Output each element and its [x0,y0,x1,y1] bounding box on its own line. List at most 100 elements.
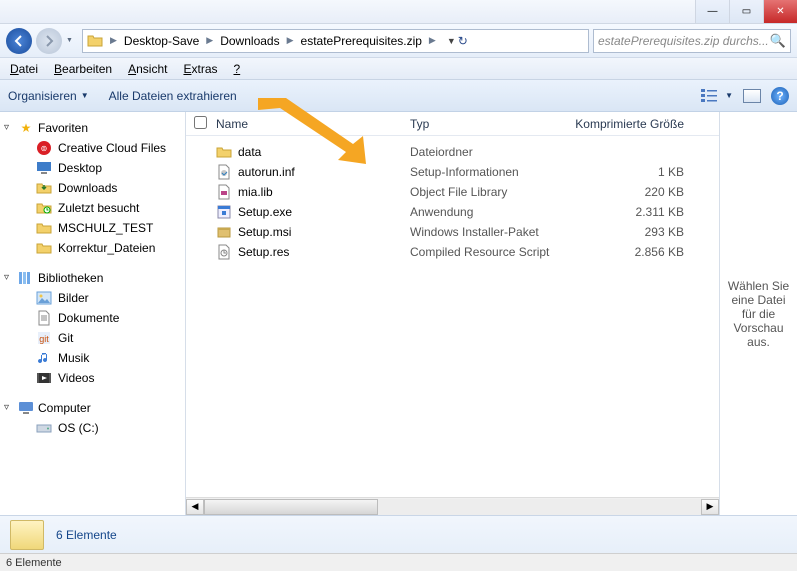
breadcrumb-item[interactable]: estatePrerequisites.zip [299,33,424,49]
view-icon [701,88,723,104]
select-all-checkbox[interactable] [194,116,207,129]
file-type: Setup-Informationen [410,165,568,179]
documents-icon [36,310,52,326]
menu-file[interactable]: Datei [10,62,38,76]
scroll-track[interactable] [204,499,701,515]
column-headers: Name Typ Komprimierte Größe [186,112,719,136]
organize-button[interactable]: Organisieren ▼ [8,89,89,103]
sidebar-item[interactable]: gitGit [0,328,185,348]
sidebar-item[interactable]: ⊚ Creative Cloud Files [0,138,185,158]
inf-icon [216,164,232,180]
file-name: mia.lib [238,185,273,199]
sidebar-item-label: Desktop [58,161,102,175]
sidebar-item[interactable]: Bilder [0,288,185,308]
breadcrumb[interactable]: ▶ Desktop-Save ▶ Downloads ▶ estatePrere… [82,29,589,53]
res-icon [216,244,232,260]
view-mode-button[interactable]: ▼ [701,88,733,104]
file-name: autorun.inf [238,165,295,179]
sidebar-favorites-header[interactable]: ▿ ★ Favoriten [0,118,185,138]
sidebar-item[interactable]: Musik [0,348,185,368]
sidebar-item-label: Downloads [58,181,117,195]
file-type: Compiled Resource Script [410,245,568,259]
file-list: Name Typ Komprimierte Größe dataDateiord… [186,112,719,515]
menu-edit[interactable]: Bearbeiten [54,62,112,76]
refresh-button[interactable]: ↻ [458,34,468,48]
file-row[interactable]: dataDateiordner [186,142,719,162]
nav-history-dropdown[interactable]: ▼ [66,37,78,44]
exe-icon [216,204,232,220]
content-area: Name Typ Komprimierte Größe dataDateiord… [186,112,797,515]
sidebar-item[interactable]: MSCHULZ_TEST [0,218,185,238]
file-row[interactable]: mia.libObject File Library220 KB [186,182,719,202]
search-input[interactable]: estatePrerequisites.zip durchs... 🔍 [593,29,791,53]
status-bar: 6 Elemente [0,553,797,571]
column-size[interactable]: Komprimierte Größe [568,117,696,131]
menu-extras[interactable]: Extras [183,62,217,76]
file-name: Setup.msi [238,225,291,239]
breadcrumb-dropdown[interactable]: ▼ [447,36,456,46]
extract-all-button[interactable]: Alle Dateien extrahieren [109,89,237,103]
sidebar-item[interactable]: Dokumente [0,308,185,328]
scroll-right-button[interactable]: ▶ [701,499,719,515]
file-name: Setup.res [238,245,289,259]
preview-hint: Wählen Sie eine Datei für die Vorschau a… [726,279,791,349]
file-row[interactable]: Setup.exeAnwendung2.311 KB [186,202,719,222]
sidebar-libraries-header[interactable]: ▿ Bibliotheken [0,268,185,288]
file-row[interactable]: Setup.msiWindows Installer-Paket293 KB [186,222,719,242]
scroll-left-button[interactable]: ◀ [186,499,204,515]
svg-text:⊚: ⊚ [41,144,48,153]
folder-icon [216,144,232,160]
back-button[interactable] [6,28,32,54]
music-icon [36,350,52,366]
file-size: 293 KB [568,225,696,239]
sidebar-item[interactable]: Videos [0,368,185,388]
sidebar-item[interactable]: Korrektur_Dateien [0,238,185,258]
close-button[interactable]: ✕ [763,0,797,23]
sidebar-item-label: Korrektur_Dateien [58,241,155,255]
sidebar-item[interactable]: OS (C:) [0,418,185,438]
file-row[interactable]: autorun.infSetup-Informationen1 KB [186,162,719,182]
desktop-icon [36,160,52,176]
arrow-left-icon [13,35,25,47]
minimize-button[interactable]: — [695,0,729,23]
menubar: Datei Bearbeiten Ansicht Extras ? [0,58,797,80]
sidebar-item-label: Creative Cloud Files [58,141,166,155]
menu-extras-label: xtras [191,62,217,76]
menu-help[interactable]: ? [234,62,241,76]
sidebar-item[interactable]: Zuletzt besucht [0,198,185,218]
file-size: 220 KB [568,185,696,199]
svg-text:git: git [39,334,49,344]
maximize-icon: ▭ [742,6,751,17]
column-name[interactable]: Name [210,117,410,131]
sidebar-libraries-label: Bibliotheken [38,271,103,285]
computer-icon [18,400,34,416]
sidebar-computer-header[interactable]: ▿ Computer [0,398,185,418]
close-icon: ✕ [776,6,784,17]
collapse-icon: ▿ [4,272,9,283]
breadcrumb-item[interactable]: Desktop-Save [122,33,201,49]
menu-view-label: nsicht [136,62,167,76]
file-size: 2.856 KB [568,245,696,259]
lib-icon [216,184,232,200]
pictures-icon [36,290,52,306]
breadcrumb-item[interactable]: Downloads [218,33,281,49]
sidebar-item-label: MSCHULZ_TEST [58,221,153,235]
maximize-button[interactable]: ▭ [729,0,763,23]
forward-button[interactable] [36,28,62,54]
scroll-thumb[interactable] [204,499,378,515]
column-type[interactable]: Typ [410,117,568,131]
status-text: 6 Elemente [6,557,62,569]
zip-icon [10,520,44,550]
sidebar-item[interactable]: Desktop [0,158,185,178]
horizontal-scrollbar[interactable]: ◀ ▶ [186,497,719,515]
preview-pane-toggle[interactable] [743,89,761,103]
toolbar: Organisieren ▼ Alle Dateien extrahieren … [0,80,797,112]
file-name: data [238,145,261,159]
sidebar-item[interactable]: Downloads [0,178,185,198]
help-button[interactable]: ? [771,87,789,105]
menu-help-label: ? [234,62,241,76]
chevron-down-icon: ▼ [725,91,733,100]
file-row[interactable]: Setup.res Compiled Resource Script2.856 K… [186,242,719,262]
menu-view[interactable]: Ansicht [128,62,167,76]
search-icon[interactable]: 🔍 [770,33,786,49]
